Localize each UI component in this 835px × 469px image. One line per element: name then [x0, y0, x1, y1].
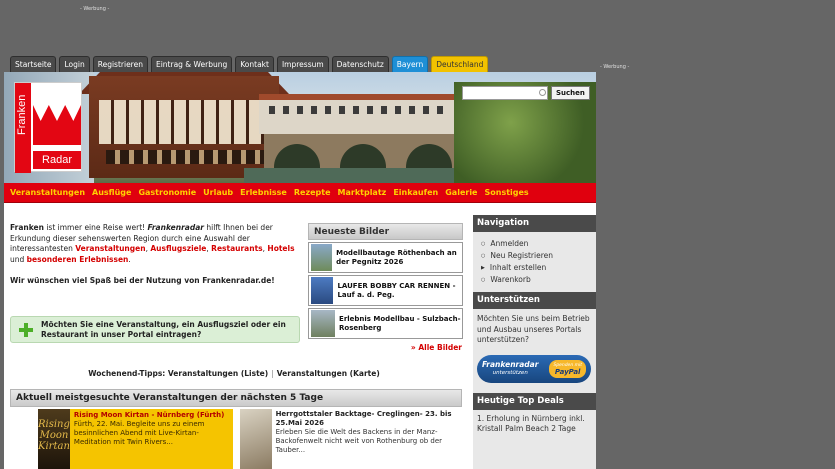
weekend-tips-list-link[interactable]: Wochenend-Tipps: Veranstaltungen (Liste) [88, 369, 268, 378]
plus-icon [19, 322, 33, 337]
header-photo-windows [106, 150, 266, 164]
intro-text-part: ist immer eine Reise wert! [43, 223, 148, 232]
nav-urlaub[interactable]: Urlaub [203, 188, 233, 197]
intro-text-part: . [128, 254, 131, 264]
event-description: Fürth, 22. Mai. Begleite uns zu einem be… [73, 420, 205, 446]
intro-wish: Wir wünschen viel Spaß bei der Nutzung v… [10, 276, 275, 285]
paypal-left-text: Frankenradar [482, 359, 539, 369]
intro-franken: Franken [10, 223, 44, 232]
nav-galerie[interactable]: Galerie [445, 188, 477, 197]
logo-text-radar: Radar [33, 151, 81, 169]
intro-link-restaurants[interactable]: Restaurants [211, 244, 262, 253]
support-text: Möchten Sie uns beim Betrieb und Ausbau … [477, 314, 590, 344]
right-sidebar: Navigation Anmelden Neu Registrieren Inh… [473, 215, 596, 469]
latest-image-item[interactable]: Erlebnis Modellbau - Sulzbach-Rosenberg [308, 308, 463, 339]
tab-registrieren[interactable]: Registrieren [92, 56, 148, 72]
nav-rezepte[interactable]: Rezepte [294, 188, 331, 197]
intro-paragraph: Franken ist immer eine Reise wert! Frank… [10, 223, 300, 265]
intro-text: Franken ist immer eine Reise wert! Frank… [10, 223, 300, 287]
deal-item[interactable]: 1. Erholung in Nürnberg inkl. Kristall P… [473, 410, 596, 438]
event-card[interactable]: Rising Moon Kirtan Rising Moon Kirtan - … [38, 409, 233, 469]
header-photo-bridge [259, 94, 459, 134]
intro-link-hotels[interactable]: Hotels [267, 244, 294, 253]
nav-sonstiges[interactable]: Sonstiges [484, 188, 528, 197]
intro-link-ausflugsziele[interactable]: Ausflugsziele [150, 244, 206, 253]
nav-login-link[interactable]: Anmelden [481, 238, 590, 250]
ad-label-top: - Werbung - [80, 6, 110, 12]
latest-images-title: Neueste Bilder [308, 223, 463, 240]
tab-login[interactable]: Login [59, 56, 90, 72]
event-body: Herrgottstaler Backtage- Creglingen- 23.… [272, 409, 464, 469]
paypal-logo: Spenden mit PayPal [549, 359, 586, 378]
intro-text-part: und [10, 254, 27, 264]
header-photo-timber [99, 100, 269, 144]
header-photo-water [244, 168, 474, 183]
intro-link-erlebnisse[interactable]: besonderen Erlebnissen [27, 255, 129, 264]
tab-startseite[interactable]: Startseite [10, 56, 57, 72]
tab-deutschland[interactable]: Deutschland [431, 56, 489, 72]
navigation-title: Navigation [473, 215, 596, 232]
intro-link-veranstaltungen[interactable]: Veranstaltungen [75, 244, 145, 253]
ad-label-side: - Werbung - [600, 64, 630, 70]
image-thumbnail [311, 277, 334, 304]
logo-text-franken: Franken [16, 94, 28, 136]
tab-bayern[interactable]: Bayern [391, 56, 429, 72]
search-clear-icon[interactable] [539, 89, 546, 96]
tab-kontakt[interactable]: Kontakt [235, 56, 274, 72]
current-events-title: Aktuell meistgesuchte Veranstaltungen de… [10, 389, 462, 407]
deals-title: Heutige Top Deals [473, 392, 596, 410]
top-navigation: Startseite Login Registrieren Eintrag & … [10, 56, 489, 72]
support-title: Unterstützen [473, 292, 596, 309]
weekend-tips: Wochenend-Tipps: Veranstaltungen (Liste)… [4, 369, 464, 378]
event-thumbnail [240, 409, 272, 469]
header-banner: Franken Radar Suchen [4, 72, 596, 183]
paypal-left-sub: unterstützen [492, 369, 528, 376]
search-button[interactable]: Suchen [551, 86, 590, 100]
image-thumbnail [311, 244, 333, 271]
intro-frankenradar: Frankenradar [147, 223, 204, 232]
weekend-separator: | [271, 369, 274, 378]
tab-datenschutz[interactable]: Datenschutz [331, 56, 389, 72]
search-input[interactable] [462, 86, 548, 100]
paypal-donate-button[interactable]: Frankenradar unterstützen Spenden mit PayP… [477, 354, 591, 383]
event-thumbnail: Rising Moon Kirtan [38, 409, 70, 469]
event-title: Rising Moon Kirtan - Nürnberg (Fürth) [73, 411, 225, 419]
franconian-rake-icon [33, 105, 81, 145]
nav-veranstaltungen[interactable]: Veranstaltungen [10, 188, 85, 197]
add-entry-text: Möchten Sie eine Veranstaltung, ein Ausf… [41, 319, 286, 339]
nav-gastronomie[interactable]: Gastronomie [138, 188, 196, 197]
paypal-text: PayPal [554, 367, 581, 376]
header-photo-bridge-windows [269, 106, 449, 114]
image-thumbnail [311, 310, 336, 337]
main-navigation: Veranstaltungen Ausflüge Gastronomie Url… [4, 183, 596, 203]
add-entry-banner[interactable]: Möchten Sie eine Veranstaltung, ein Ausf… [10, 316, 300, 343]
nav-marktplatz[interactable]: Marktplatz [338, 188, 387, 197]
latest-image-title: Modellbautage Röthenbach an der Pegnitz … [336, 249, 457, 266]
nav-register-link[interactable]: Neu Registrieren [481, 250, 590, 262]
event-description: Erleben Sie die Welt des Backens in der … [275, 428, 443, 454]
latest-image-title: LAUFER BOBBY CAR RENNEN - Lauf a. d. Peg… [337, 282, 456, 299]
event-title: Herrgottstaler Backtage- Creglingen- 23.… [275, 410, 452, 427]
tab-impressum[interactable]: Impressum [276, 56, 329, 72]
paypal-left-label: Frankenradar unterstützen [482, 359, 539, 377]
tab-eintrag-werbung[interactable]: Eintrag & Werbung [150, 56, 233, 72]
all-images-link[interactable]: » Alle Bilder [308, 343, 463, 352]
latest-image-item[interactable]: Modellbautage Röthenbach an der Pegnitz … [308, 242, 463, 273]
navigation-list: Anmelden Neu Registrieren Inhalt erstell… [473, 232, 596, 292]
nav-einkaufen[interactable]: Einkaufen [393, 188, 438, 197]
event-body: Rising Moon Kirtan - Nürnberg (Fürth) Fü… [70, 409, 233, 469]
nav-erlebnisse[interactable]: Erlebnisse [240, 188, 287, 197]
weekend-tips-map-link[interactable]: Veranstaltungen (Karte) [277, 369, 380, 378]
nav-cart-link[interactable]: Warenkorb [481, 274, 590, 286]
search-form: Suchen [462, 86, 590, 100]
latest-image-title: Erlebnis Modellbau - Sulzbach-Rosenberg [339, 315, 461, 332]
latest-image-item[interactable]: LAUFER BOBBY CAR RENNEN - Lauf a. d. Peg… [308, 275, 463, 306]
nav-ausfluege[interactable]: Ausflüge [92, 188, 131, 197]
latest-images-box: Neueste Bilder Modellbautage Röthenbach … [308, 223, 463, 352]
event-card[interactable]: Herrgottstaler Backtage- Creglingen- 23.… [240, 409, 464, 469]
nav-create-content-link[interactable]: Inhalt erstellen [481, 262, 590, 274]
site-logo[interactable]: Franken Radar [14, 82, 82, 173]
